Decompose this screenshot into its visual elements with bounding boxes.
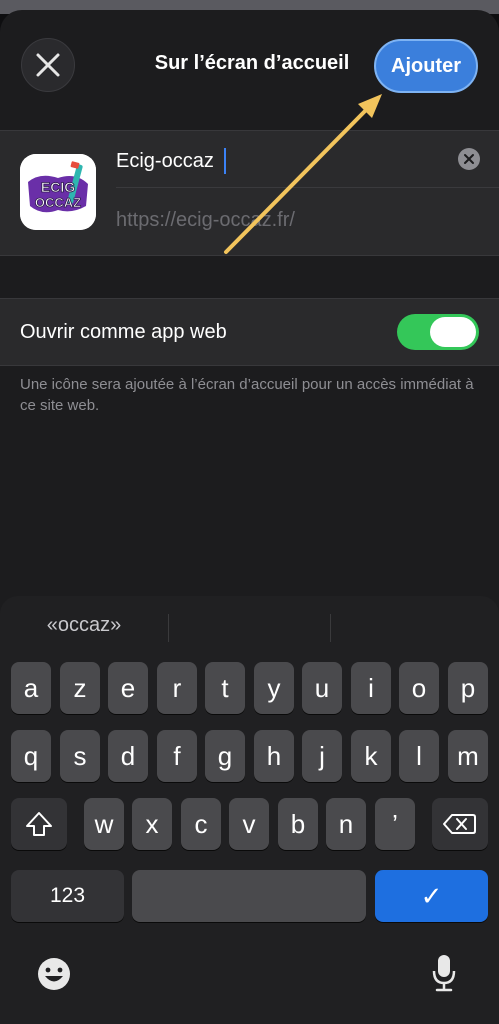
web-app-setting-row: Ouvrir comme app web bbox=[0, 298, 499, 366]
add-button[interactable]: Ajouter bbox=[374, 39, 478, 93]
key-m[interactable]: m bbox=[448, 730, 488, 782]
key-y[interactable]: y bbox=[254, 662, 294, 714]
toggle-knob bbox=[430, 317, 476, 347]
svg-text:ECIG: ECIG bbox=[41, 179, 75, 195]
key-k[interactable]: k bbox=[351, 730, 391, 782]
key-d[interactable]: d bbox=[108, 730, 148, 782]
close-button[interactable] bbox=[21, 38, 75, 92]
key-v[interactable]: v bbox=[229, 798, 269, 850]
keyboard: «occaz» a z e r t y u i o p q s d f g h … bbox=[0, 596, 499, 1024]
key-f[interactable]: f bbox=[157, 730, 197, 782]
microphone-icon[interactable] bbox=[430, 953, 458, 993]
app-info-card: ECIG OCCAZ https://ecig-occaz.fr/ bbox=[0, 130, 499, 256]
key-z[interactable]: z bbox=[60, 662, 100, 714]
clear-text-button[interactable] bbox=[458, 148, 480, 170]
done-key[interactable]: ✓ bbox=[375, 870, 488, 922]
divider bbox=[116, 187, 499, 188]
key-a[interactable]: a bbox=[11, 662, 51, 714]
emoji-icon[interactable] bbox=[36, 956, 72, 992]
suggestion-divider bbox=[330, 614, 331, 642]
shift-icon bbox=[26, 812, 52, 836]
key-i[interactable]: i bbox=[351, 662, 391, 714]
key-u[interactable]: u bbox=[302, 662, 342, 714]
delete-key[interactable] bbox=[432, 798, 488, 850]
key-r[interactable]: r bbox=[157, 662, 197, 714]
space-key[interactable] bbox=[132, 870, 366, 922]
key-w[interactable]: w bbox=[84, 798, 124, 850]
key-x[interactable]: x bbox=[132, 798, 172, 850]
key-n[interactable]: n bbox=[326, 798, 366, 850]
key-c[interactable]: c bbox=[181, 798, 221, 850]
key-l[interactable]: l bbox=[399, 730, 439, 782]
key-s[interactable]: s bbox=[60, 730, 100, 782]
key-e[interactable]: e bbox=[108, 662, 148, 714]
key-p[interactable]: p bbox=[448, 662, 488, 714]
text-caret bbox=[224, 148, 226, 174]
key-o[interactable]: o bbox=[399, 662, 439, 714]
suggestion-divider bbox=[168, 614, 169, 642]
close-icon bbox=[36, 53, 60, 77]
suggestion-bar: «occaz» bbox=[0, 596, 499, 658]
shift-key[interactable] bbox=[11, 798, 67, 850]
numbers-key[interactable]: 123 bbox=[11, 870, 124, 922]
footnote: Une icône sera ajoutée à l’écran d’accue… bbox=[20, 376, 474, 414]
web-app-toggle[interactable] bbox=[397, 314, 479, 350]
clear-icon bbox=[464, 154, 474, 164]
svg-text:OCCAZ: OCCAZ bbox=[35, 195, 81, 210]
key-h[interactable]: h bbox=[254, 730, 294, 782]
key-g[interactable]: g bbox=[205, 730, 245, 782]
key-j[interactable]: j bbox=[302, 730, 342, 782]
web-app-label: Ouvrir comme app web bbox=[20, 321, 227, 343]
key-q[interactable]: q bbox=[11, 730, 51, 782]
app-url: https://ecig-occaz.fr/ bbox=[116, 209, 295, 231]
app-icon: ECIG OCCAZ bbox=[20, 154, 96, 230]
key-t[interactable]: t bbox=[205, 662, 245, 714]
page-title: Sur l’écran d’accueil bbox=[154, 52, 350, 74]
key-b[interactable]: b bbox=[278, 798, 318, 850]
app-name-input[interactable] bbox=[116, 143, 436, 179]
key-apostrophe[interactable]: ’ bbox=[375, 798, 415, 850]
ecig-occaz-logo-icon: ECIG OCCAZ bbox=[20, 154, 96, 230]
suggestion-1[interactable]: «occaz» bbox=[0, 614, 168, 637]
backspace-icon bbox=[443, 814, 476, 834]
